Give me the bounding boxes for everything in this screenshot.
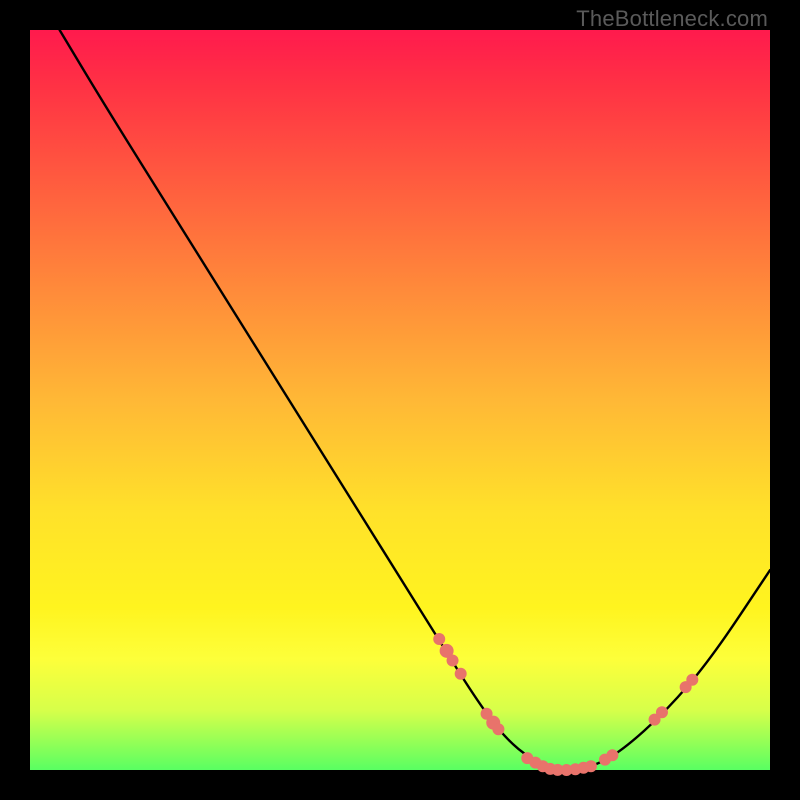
data-point-marker bbox=[492, 723, 504, 735]
data-point-marker bbox=[447, 654, 459, 666]
data-point-marker bbox=[656, 706, 668, 718]
data-point-marker bbox=[455, 668, 467, 680]
data-point-marker bbox=[585, 760, 597, 772]
data-point-marker bbox=[606, 749, 618, 761]
bottleneck-curve bbox=[60, 30, 770, 769]
data-point-marker bbox=[686, 674, 698, 686]
bottleneck-chart bbox=[0, 0, 800, 800]
curve-layer bbox=[60, 30, 770, 769]
data-point-marker bbox=[433, 633, 445, 645]
marker-layer bbox=[433, 633, 698, 776]
